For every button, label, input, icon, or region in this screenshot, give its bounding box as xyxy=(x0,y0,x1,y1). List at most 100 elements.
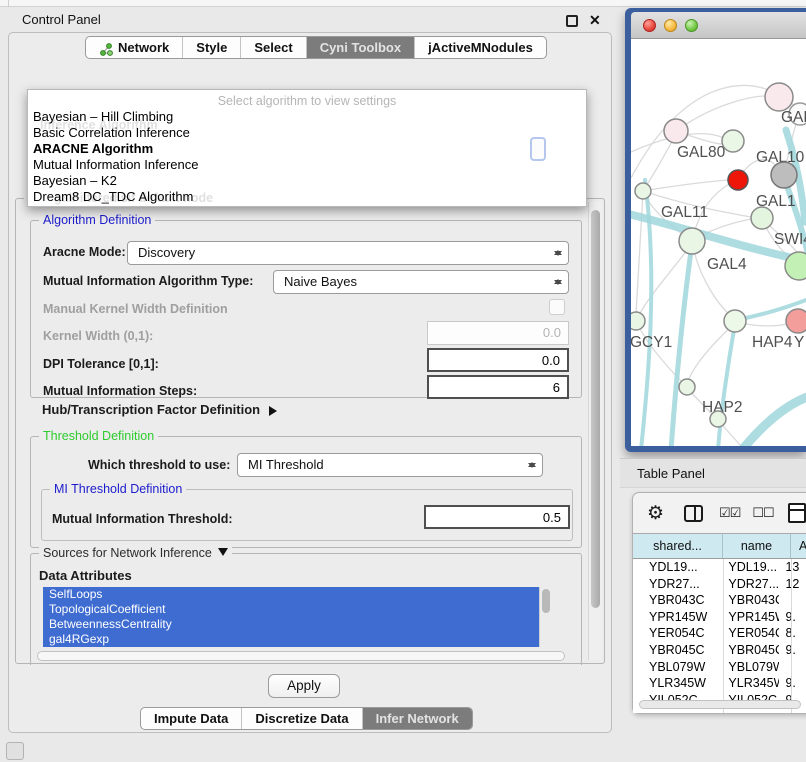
table-cell: YDL19... xyxy=(633,559,716,576)
attributes-hscrollbar[interactable] xyxy=(37,651,565,661)
attribute-item-selfloops[interactable]: SelfLoops xyxy=(43,587,551,602)
network-edge[interactable] xyxy=(643,140,673,191)
network-node-swi4[interactable] xyxy=(751,207,773,229)
algorithm-option-aracne-algorithm[interactable]: ARACNE Algorithm xyxy=(28,141,586,157)
table-icon[interactable] xyxy=(788,503,806,523)
minimize-window-icon[interactable] xyxy=(664,19,677,32)
tab-label: Select xyxy=(254,37,292,58)
table-row[interactable]: YBL079WYBL079W xyxy=(633,659,806,676)
table-row[interactable]: YBR043CYBR043C xyxy=(633,592,806,609)
select-all-icon[interactable]: ☑☑ xyxy=(719,505,740,521)
bottom-tab-discretize-data[interactable]: Discretize Data xyxy=(241,708,361,729)
table-cell: YBR043C xyxy=(633,592,716,609)
minimized-panel-icon[interactable] xyxy=(6,742,24,760)
hub-definition-expander[interactable]: Hub/Transcription Factor Definition xyxy=(42,402,282,417)
network-node-gcy1[interactable] xyxy=(631,312,645,330)
kernel-width-field[interactable]: 0.0 xyxy=(427,321,569,345)
tab-cyni-toolbox[interactable]: Cyni Toolbox xyxy=(306,37,414,58)
attribute-list-scrollbar[interactable] xyxy=(539,587,551,647)
tab-select[interactable]: Select xyxy=(240,37,305,58)
attribute-item-topologicalcoefficient[interactable]: TopologicalCoefficient xyxy=(43,602,551,617)
network-node-gal11[interactable] xyxy=(635,183,651,199)
column-header-a[interactable]: A xyxy=(791,534,806,558)
apply-button[interactable]: Apply xyxy=(268,674,340,698)
network-edge-highlighted[interactable] xyxy=(671,244,692,446)
aracne-mode-select[interactable]: Discovery xyxy=(127,241,569,265)
network-node-gal4[interactable] xyxy=(679,228,705,254)
algorithm-option-bayesian-hill-climbing[interactable]: Bayesian – Hill Climbing xyxy=(28,109,586,125)
manual-kernel-checkbox[interactable] xyxy=(549,299,565,315)
tab-jactivemnodules[interactable]: jActiveMNodules xyxy=(414,37,546,58)
float-panel-icon[interactable] xyxy=(566,15,578,27)
attribute-item-betweennesscentrality[interactable]: BetweennessCentrality xyxy=(43,617,551,632)
split-columns-icon[interactable] xyxy=(684,505,703,522)
aracne-mode-label: Aracne Mode: xyxy=(43,245,126,259)
network-node-gal80[interactable] xyxy=(664,119,688,143)
table-cell: 12 xyxy=(779,576,806,593)
network-edge[interactable] xyxy=(643,180,728,191)
node-label-gal80: GAL80 xyxy=(677,144,726,161)
table-cell: YPR145W xyxy=(716,609,779,626)
tab-network[interactable]: Network xyxy=(86,37,182,58)
network-edge[interactable] xyxy=(676,96,779,131)
sources-legend[interactable]: Sources for Network Inference xyxy=(39,546,232,561)
column-header-name[interactable]: name xyxy=(723,534,791,558)
network-edge-highlighted[interactable] xyxy=(718,324,735,446)
dpi-tolerance-label: DPI Tolerance [0,1]: xyxy=(43,357,159,371)
algorithm-option-bayesian-k2[interactable]: Bayesian – K2 xyxy=(28,173,586,189)
close-panel-icon[interactable]: ✕ xyxy=(589,12,601,29)
table-cell: YBL079W xyxy=(716,659,779,676)
network-node-hap2[interactable] xyxy=(679,379,695,395)
network-node-hap4[interactable] xyxy=(724,310,746,332)
algorithm-option-dream8-dc-tdc-algorithm[interactable]: Dream8 DC_TDC Algorithm xyxy=(28,189,586,205)
algorithm-option-basic-correlation-inference[interactable]: Basic Correlation Inference xyxy=(28,125,586,141)
network-node-gal7[interactable] xyxy=(765,83,793,111)
zoom-window-icon[interactable] xyxy=(685,19,698,32)
network-canvas[interactable]: GAL7GAL80GAL10GAL1GAL11SWI4GAL4GCY1HAP4Y… xyxy=(631,39,806,446)
table-row[interactable]: YBR045CYBR045C9. xyxy=(633,642,806,659)
node-label-gal4: GAL4 xyxy=(707,256,747,273)
bottom-tab-infer-network[interactable]: Infer Network xyxy=(362,708,472,729)
tab-style[interactable]: Style xyxy=(182,37,240,58)
gear-icon[interactable]: ⚙ xyxy=(647,502,664,525)
attribute-item-gal4rgexp[interactable]: gal4RGexp xyxy=(43,632,551,647)
control-panel: NetworkStyle Select Cyni ToolboxjActiveMNo… xyxy=(8,32,612,733)
which-threshold-value: MI Threshold xyxy=(248,457,324,472)
network-node-y[interactable] xyxy=(786,309,806,333)
mi-threshold-group: MI Threshold Definition Mutual Informati… xyxy=(41,489,573,541)
network-tab-icon xyxy=(99,41,113,54)
network-node-gal10[interactable] xyxy=(722,130,744,152)
table-row[interactable]: YER054CYER054C8. xyxy=(633,625,806,642)
network-view-window[interactable]: GAL7GAL80GAL10GAL1GAL11SWI4GAL4GCY1HAP4Y… xyxy=(625,8,806,452)
close-window-icon[interactable] xyxy=(643,19,656,32)
which-threshold-select[interactable]: MI Threshold xyxy=(237,453,543,477)
network-edge-highlighted[interactable] xyxy=(742,396,806,446)
collapse-arrow-icon xyxy=(218,548,228,561)
control-panel-header: Control Panel ✕ xyxy=(0,8,620,32)
mi-steps-field[interactable]: 6 xyxy=(427,375,569,399)
network-node-gal1[interactable] xyxy=(728,170,748,190)
column-header-shared[interactable]: shared... xyxy=(633,534,723,558)
network-node[interactable] xyxy=(785,252,806,280)
table-row[interactable]: YDL19...YDL19...13 xyxy=(633,559,806,576)
table-row[interactable]: YPR145WYPR145W9. xyxy=(633,609,806,626)
network-node[interactable] xyxy=(771,162,797,188)
table-row[interactable]: YDR27...YDR27...12 xyxy=(633,576,806,593)
network-edge[interactable] xyxy=(692,243,730,315)
deselect-all-icon[interactable]: ☐☐ xyxy=(752,505,773,521)
table-cell: YLR345W xyxy=(716,675,779,692)
algorithm-option-mutual-information-inference[interactable]: Mutual Information Inference xyxy=(28,157,586,173)
data-attributes-list[interactable]: SelfLoopsTopologicalCoefficientBetweenne… xyxy=(43,587,551,647)
network-window-titlebar[interactable] xyxy=(631,12,806,39)
settings-scrollbar-thumb[interactable] xyxy=(591,210,600,608)
control-panel-tabs: NetworkStyle Select Cyni ToolboxjActiveMNo… xyxy=(85,36,547,59)
network-edge[interactable] xyxy=(636,192,643,314)
network-node[interactable] xyxy=(710,411,726,427)
dpi-tolerance-field[interactable]: 0.0 xyxy=(427,348,569,372)
mi-threshold-field[interactable]: 0.5 xyxy=(424,505,570,529)
bottom-tab-impute-data[interactable]: Impute Data xyxy=(141,708,241,729)
mi-algorithm-type-select[interactable]: Naive Bayes xyxy=(273,270,569,294)
settings-scrollbar[interactable] xyxy=(588,202,602,660)
table-hscrollbar[interactable] xyxy=(639,700,801,709)
table-row[interactable]: YLR345WYLR345W9. xyxy=(633,675,806,692)
